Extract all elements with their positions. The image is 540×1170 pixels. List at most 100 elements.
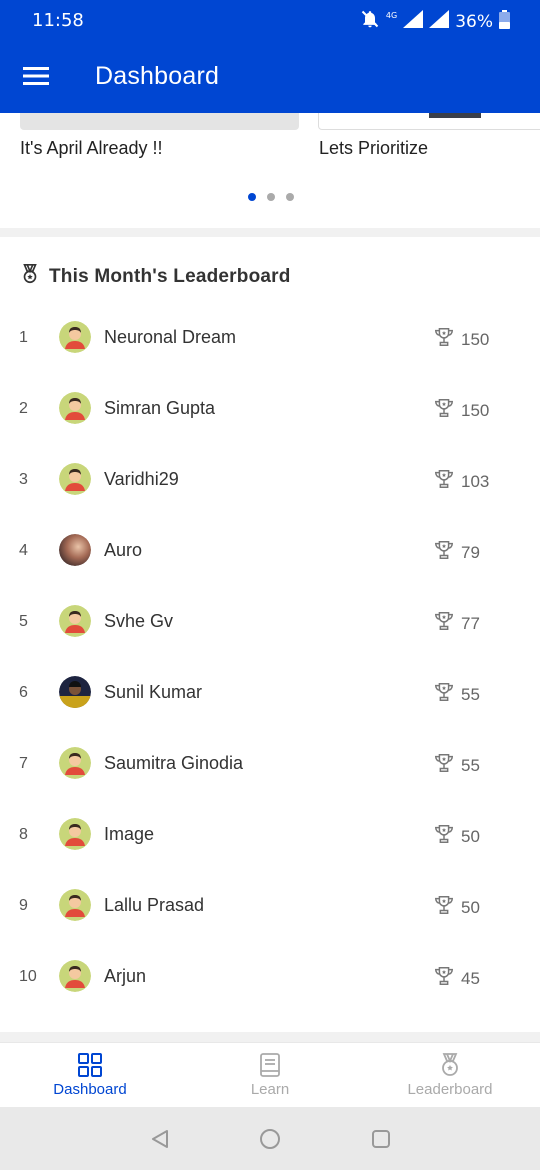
tab-label: Dashboard (53, 1081, 127, 1098)
leaderboard-row[interactable]: 9 Lallu Prasad 50 (0, 870, 540, 941)
trophy-icon (433, 752, 455, 779)
score-value: 150 (461, 329, 490, 349)
score: 150 (433, 326, 489, 353)
avatar[interactable] (59, 605, 91, 637)
trophy-icon (433, 681, 455, 708)
back-icon[interactable] (147, 1126, 173, 1152)
avatar[interactable] (59, 392, 91, 424)
recent-apps-icon[interactable] (368, 1126, 394, 1152)
leaderboard-header: This Month's Leaderboard (19, 263, 291, 290)
rank-number: 10 (19, 968, 37, 985)
page-dot[interactable] (286, 193, 294, 201)
rank-number: 9 (19, 897, 28, 914)
leaderboard-row[interactable]: 5 Svhe Gv 77 (0, 586, 540, 657)
trophy-icon (433, 610, 455, 637)
grid-icon (0, 1052, 180, 1078)
user-name[interactable]: Image (104, 799, 154, 870)
score-value: 79 (461, 542, 480, 562)
avatar[interactable] (59, 676, 91, 708)
carousel-card-caption[interactable]: Lets Prioritize (319, 138, 428, 159)
rank-number: 6 (19, 684, 28, 701)
leaderboard-row[interactable]: 4 Auro 79 (0, 515, 540, 586)
bottom-navigation: Dashboard Learn Leaderboard (0, 1042, 540, 1107)
medal-icon (360, 1052, 540, 1078)
score: 55 (433, 681, 480, 708)
avatar[interactable] (59, 534, 91, 566)
rank-number: 1 (19, 329, 28, 346)
tab-learn[interactable]: Learn (180, 1043, 360, 1108)
leaderboard-card: This Month's Leaderboard 1 Neuronal Dream… (0, 237, 540, 1032)
avatar[interactable] (59, 818, 91, 850)
avatar[interactable] (59, 960, 91, 992)
user-name[interactable]: Neuronal Dream (104, 302, 236, 373)
user-name[interactable]: Auro (104, 515, 142, 586)
rank-number: 2 (19, 400, 28, 417)
trophy-icon (433, 326, 455, 353)
leaderboard-row[interactable]: 6 Sunil Kumar 55 (0, 657, 540, 728)
leaderboard-row[interactable]: 2 Simran Gupta 150 (0, 373, 540, 444)
carousel-card-image[interactable] (20, 113, 299, 130)
score-value: 50 (461, 897, 480, 917)
leaderboard-row[interactable]: 3 Varidhi29 103 (0, 444, 540, 515)
avatar[interactable] (59, 889, 91, 921)
page-dot[interactable] (267, 193, 275, 201)
signal-icon-2 (429, 10, 450, 33)
system-navigation-bar (0, 1107, 540, 1170)
score: 77 (433, 610, 480, 637)
carousel-card-image[interactable] (318, 113, 540, 130)
trophy-icon (433, 539, 455, 566)
status-bar: 11:58 4G 36% (0, 0, 540, 40)
user-name[interactable]: Lallu Prasad (104, 870, 204, 941)
tab-label: Learn (250, 1081, 290, 1098)
app-bar: Dashboard (0, 40, 540, 113)
battery-level: 36% (455, 11, 493, 32)
score: 50 (433, 894, 480, 921)
tab-dashboard[interactable]: Dashboard (0, 1043, 180, 1108)
score-value: 103 (461, 471, 490, 491)
leaderboard-row[interactable]: 8 Image 50 (0, 799, 540, 870)
user-name[interactable]: Arjun (104, 941, 146, 1012)
medal-icon (19, 263, 41, 290)
score: 50 (433, 823, 480, 850)
avatar[interactable] (59, 463, 91, 495)
score-value: 55 (461, 684, 480, 704)
user-name[interactable]: Saumitra Ginodia (104, 728, 243, 799)
rank-number: 4 (19, 542, 28, 559)
score-value: 45 (461, 968, 480, 988)
trophy-icon (433, 894, 455, 921)
carousel-page-indicator (248, 193, 294, 201)
battery-icon (499, 9, 510, 34)
score: 55 (433, 752, 480, 779)
top-bar: 11:58 4G 36% Dashboard (0, 0, 540, 113)
carousel-card-caption[interactable]: It's April Already !! (20, 138, 163, 159)
user-name[interactable]: Simran Gupta (104, 373, 215, 444)
user-name[interactable]: Sunil Kumar (104, 657, 202, 728)
leaderboard-row[interactable]: 7 Saumitra Ginodia 55 (0, 728, 540, 799)
status-icons: 4G 36% (360, 9, 510, 34)
leaderboard-row[interactable]: 1 Neuronal Dream 150 (0, 302, 540, 373)
leaderboard-row[interactable]: 10 Arjun 45 (0, 941, 540, 1012)
score-value: 55 (461, 755, 480, 775)
trophy-icon (433, 823, 455, 850)
page-dot-active[interactable] (248, 193, 256, 201)
book-icon (180, 1052, 360, 1078)
page-title: Dashboard (95, 62, 220, 90)
tab-leaderboard[interactable]: Leaderboard (360, 1043, 540, 1108)
avatar[interactable] (59, 321, 91, 353)
user-name[interactable]: Svhe Gv (104, 586, 173, 657)
home-icon[interactable] (257, 1126, 283, 1152)
rank-number: 7 (19, 755, 28, 772)
rank-number: 3 (19, 471, 28, 488)
score-value: 50 (461, 826, 480, 846)
score-value: 77 (461, 613, 480, 633)
announcement-carousel[interactable]: It's April Already !! Lets Prioritize (0, 113, 540, 228)
user-name[interactable]: Varidhi29 (104, 444, 179, 515)
trophy-icon (433, 468, 455, 495)
hamburger-menu-icon[interactable] (16, 56, 56, 96)
trophy-icon (433, 965, 455, 992)
rank-number: 8 (19, 826, 28, 843)
leaderboard-title: This Month's Leaderboard (49, 265, 291, 287)
status-time: 11:58 (32, 10, 84, 31)
avatar[interactable] (59, 747, 91, 779)
score: 79 (433, 539, 480, 566)
